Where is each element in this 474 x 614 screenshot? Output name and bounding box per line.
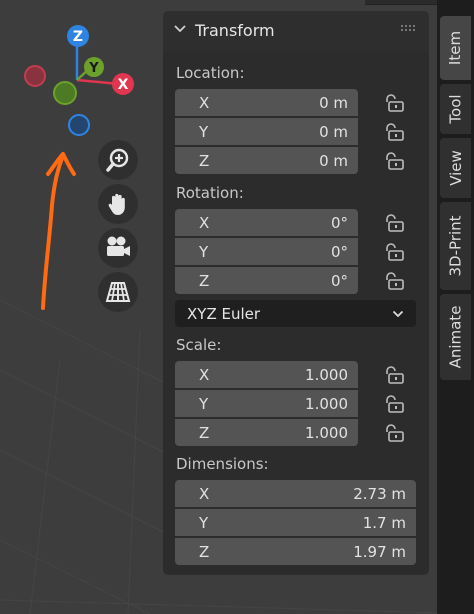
- rotation-x-field[interactable]: X 0°: [175, 209, 358, 236]
- field-value: 0 m: [319, 122, 348, 141]
- axis-label: Y: [199, 394, 209, 413]
- dimensions-x-field[interactable]: X 2.73 m: [175, 480, 416, 507]
- lock-scale-z-icon[interactable]: [383, 423, 405, 443]
- tab-animate[interactable]: Animate: [440, 294, 471, 380]
- camera-view-button[interactable]: [98, 228, 138, 268]
- chevron-down-icon: [392, 310, 404, 317]
- rotation-mode-select[interactable]: XYZ Euler: [175, 300, 416, 327]
- zoom-icon: [106, 148, 129, 172]
- tab-label: Tool: [446, 94, 465, 124]
- scale-z-field[interactable]: Z 1.000: [175, 419, 358, 446]
- negative-x-axis-dot[interactable]: [24, 65, 46, 87]
- z-axis-label: Z: [73, 29, 83, 45]
- location-y-field[interactable]: Y 0 m: [175, 118, 358, 145]
- location-z-field[interactable]: Z 0 m: [175, 147, 358, 174]
- negative-z-axis-dot[interactable]: [68, 114, 90, 136]
- panel-header[interactable]: Transform: [163, 11, 429, 51]
- field-value: 1.7 m: [362, 513, 406, 532]
- field-value: 0°: [330, 213, 348, 232]
- field-value: 0 m: [319, 93, 348, 112]
- field-value: 1.000: [305, 394, 348, 413]
- tab-label: 3D-Print: [446, 215, 465, 277]
- axis-label: Z: [199, 151, 210, 170]
- axis-label: X: [199, 93, 210, 112]
- tab-view[interactable]: View: [440, 138, 471, 198]
- lock-scale-y-icon[interactable]: [383, 394, 405, 414]
- zoom-button[interactable]: [98, 140, 138, 180]
- field-value: 1.000: [305, 365, 348, 384]
- tab-label: Animate: [446, 305, 465, 369]
- tab-label: View: [446, 150, 465, 186]
- location-x-field[interactable]: X 0 m: [175, 89, 358, 116]
- camera-icon: [107, 236, 130, 256]
- field-value: 1.000: [305, 423, 348, 442]
- sidebar-tabs: Item Tool View 3D-Print Animate: [437, 0, 474, 614]
- scale-x-field[interactable]: X 1.000: [175, 361, 358, 388]
- lock-rotation-z-icon[interactable]: [383, 271, 405, 291]
- dimensions-y-field[interactable]: Y 1.7 m: [175, 509, 416, 536]
- tab-label: Item: [446, 30, 465, 66]
- axis-label: Z: [199, 271, 210, 290]
- lock-rotation-y-icon[interactable]: [383, 242, 405, 262]
- location-label: Location:: [176, 64, 245, 82]
- axis-label: Z: [199, 423, 210, 442]
- pan-button[interactable]: [98, 184, 138, 224]
- rotation-y-field[interactable]: Y 0°: [175, 238, 358, 265]
- hand-pan-icon: [108, 193, 125, 215]
- lock-location-z-icon[interactable]: [383, 151, 405, 171]
- field-value: 0 m: [319, 151, 348, 170]
- tab-3d-print[interactable]: 3D-Print: [440, 202, 471, 290]
- lock-location-x-icon[interactable]: [383, 93, 405, 113]
- lock-rotation-x-icon[interactable]: [383, 213, 405, 233]
- axis-label: Y: [199, 122, 209, 141]
- lock-scale-x-icon[interactable]: [383, 365, 405, 385]
- transform-panel: Transform Location: X 0 m Y 0 m Z 0 m Ro…: [163, 11, 429, 575]
- tab-tool[interactable]: Tool: [440, 84, 471, 134]
- chevron-down-icon[interactable]: [173, 24, 187, 34]
- axis-label: X: [199, 365, 210, 384]
- scale-label: Scale:: [176, 336, 222, 354]
- perspective-toggle-button[interactable]: [98, 272, 138, 312]
- x-axis-label: X: [118, 77, 129, 93]
- drag-handle-icon[interactable]: [401, 25, 417, 33]
- field-value: 2.73 m: [353, 484, 406, 503]
- axis-label: Z: [199, 542, 210, 561]
- rotation-z-field[interactable]: Z 0°: [175, 267, 358, 294]
- dimensions-label: Dimensions:: [176, 455, 269, 473]
- axis-label: X: [199, 213, 210, 232]
- navigation-gizmo[interactable]: Z Y X: [0, 0, 160, 150]
- scale-y-field[interactable]: Y 1.000: [175, 390, 358, 417]
- axis-label: Y: [199, 242, 209, 261]
- lock-location-y-icon[interactable]: [383, 122, 405, 142]
- y-axis-label: Y: [88, 61, 99, 76]
- field-value: 0°: [330, 271, 348, 290]
- axis-label: X: [199, 484, 210, 503]
- axis-label: Y: [199, 513, 209, 532]
- negative-y-axis-dot[interactable]: [53, 81, 77, 105]
- perspective-grid-icon: [105, 282, 131, 302]
- field-value: 0°: [330, 242, 348, 261]
- rotation-label: Rotation:: [176, 184, 244, 202]
- dimensions-z-field[interactable]: Z 1.97 m: [175, 538, 416, 565]
- rotation-mode-value: XYZ Euler: [187, 304, 261, 323]
- panel-title: Transform: [195, 21, 275, 40]
- tab-item[interactable]: Item: [440, 16, 471, 80]
- field-value: 1.97 m: [353, 542, 406, 561]
